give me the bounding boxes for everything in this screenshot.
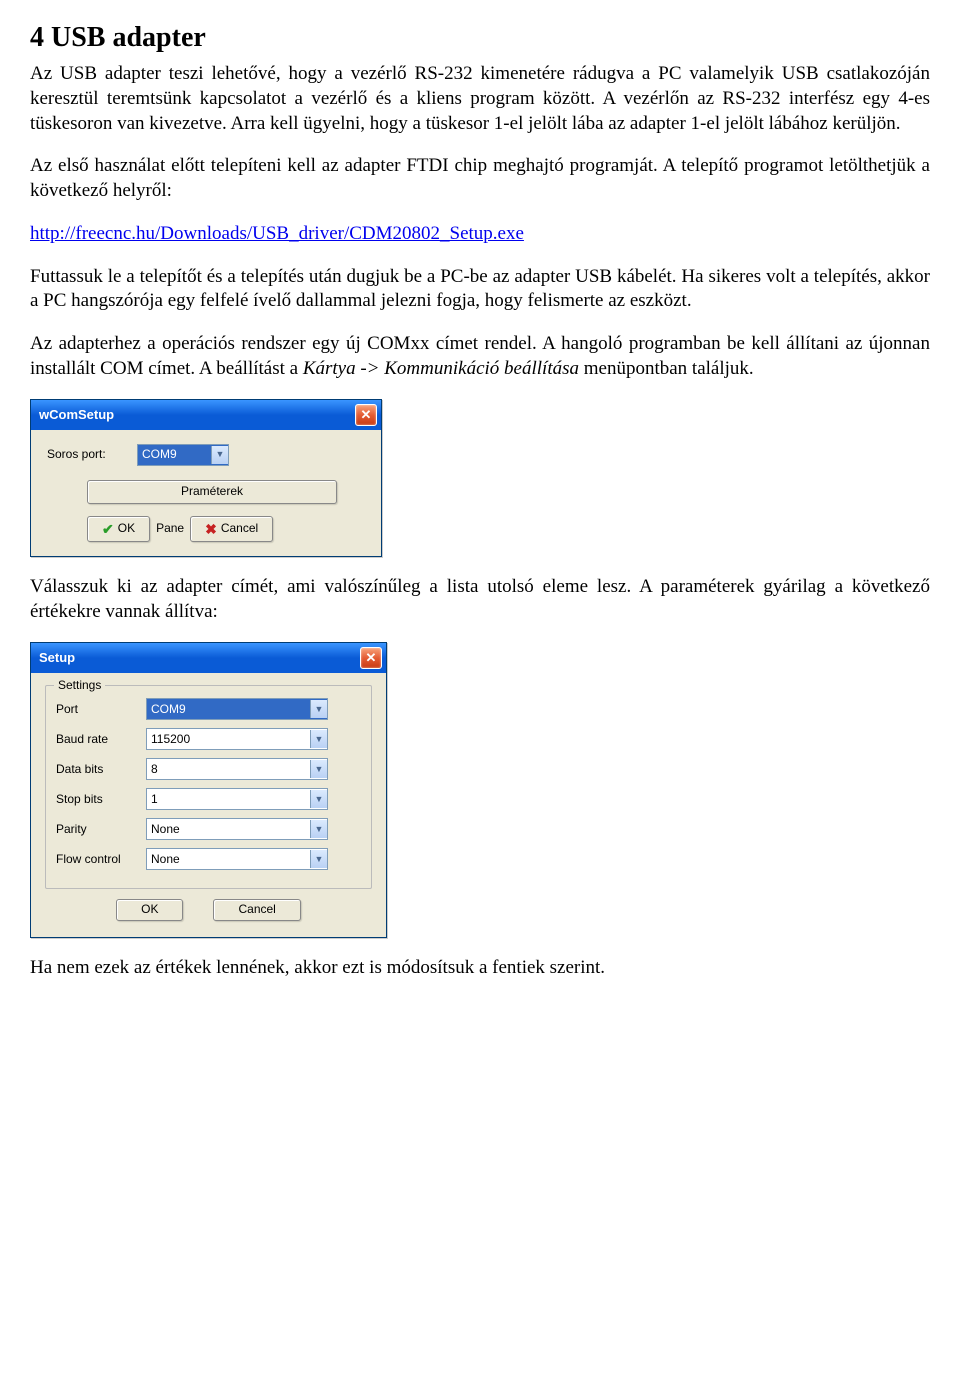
setting-row: PortCOM9▼ — [56, 698, 361, 720]
setting-combo[interactable]: None▼ — [146, 848, 328, 870]
setting-combo[interactable]: 1▼ — [146, 788, 328, 810]
setting-value: 1 — [147, 792, 310, 808]
setting-value: None — [147, 852, 310, 868]
titlebar: wComSetup ✕ — [31, 400, 381, 430]
chevron-down-icon: ▼ — [211, 446, 228, 464]
serial-port-combo[interactable]: COM9 ▼ — [137, 444, 229, 466]
serial-port-value: COM9 — [138, 447, 211, 463]
serial-port-label: Soros port: — [47, 447, 137, 463]
chevron-down-icon: ▼ — [310, 790, 327, 808]
section-heading: 4 USB adapter — [30, 20, 930, 56]
setting-value: 115200 — [147, 732, 310, 748]
group-title: Settings — [54, 678, 105, 694]
setting-combo[interactable]: None▼ — [146, 818, 328, 840]
paragraph-6: Ha nem ezek az értékek lennének, akkor e… — [30, 956, 930, 981]
cancel-button[interactable]: ✖ Cancel — [190, 516, 273, 542]
pane-label: Pane — [156, 521, 184, 537]
paragraph-3: Futtassuk le a telepítőt és a telepítés … — [30, 265, 930, 314]
setting-label: Stop bits — [56, 792, 146, 808]
chevron-down-icon: ▼ — [310, 850, 327, 868]
window-title: Setup — [39, 650, 75, 667]
paragraph-5: Válasszuk ki az adapter címét, ami valós… — [30, 575, 930, 624]
setting-value: 8 — [147, 762, 310, 778]
settings-group: Settings PortCOM9▼Baud rate115200▼Data b… — [45, 685, 372, 889]
setting-combo[interactable]: 115200▼ — [146, 728, 328, 750]
chevron-down-icon: ▼ — [310, 820, 327, 838]
setting-row: Data bits8▼ — [56, 758, 361, 780]
setting-combo[interactable]: COM9▼ — [146, 698, 328, 720]
close-icon: ✕ — [361, 407, 372, 424]
close-icon: ✕ — [366, 650, 377, 667]
setting-label: Data bits — [56, 762, 146, 778]
setting-label: Baud rate — [56, 732, 146, 748]
ok-label: OK — [118, 521, 135, 537]
chevron-down-icon: ▼ — [310, 700, 327, 718]
setting-label: Port — [56, 702, 146, 718]
menu-path: Kártya -> Kommunikáció beállítása — [303, 358, 579, 379]
cancel-button[interactable]: Cancel — [213, 899, 300, 921]
setting-label: Flow control — [56, 852, 146, 868]
setting-row: Flow controlNone▼ — [56, 848, 361, 870]
setting-value: None — [147, 822, 310, 838]
close-button[interactable]: ✕ — [355, 404, 377, 426]
ok-button[interactable]: OK — [116, 899, 183, 921]
setting-value: COM9 — [147, 702, 310, 718]
window-title: wComSetup — [39, 407, 114, 424]
close-button[interactable]: ✕ — [360, 647, 382, 669]
cancel-label: Cancel — [221, 521, 258, 537]
ok-button[interactable]: ✔ OK — [87, 516, 150, 542]
setting-combo[interactable]: 8▼ — [146, 758, 328, 780]
parameters-button[interactable]: Praméterek — [87, 480, 337, 504]
download-link[interactable]: http://freecnc.hu/Downloads/USB_driver/C… — [30, 223, 524, 244]
chevron-down-icon: ▼ — [310, 730, 327, 748]
check-icon: ✔ — [102, 520, 114, 538]
setting-row: Baud rate115200▼ — [56, 728, 361, 750]
paragraph-4: Az adapterhez a operációs rendszer egy ú… — [30, 332, 930, 381]
x-icon: ✖ — [205, 520, 217, 538]
setup-dialog: Setup ✕ Settings PortCOM9▼Baud rate11520… — [30, 642, 387, 938]
setting-row: ParityNone▼ — [56, 818, 361, 840]
wcomsetup-dialog: wComSetup ✕ Soros port: COM9 ▼ Pramétere… — [30, 399, 382, 557]
paragraph-4c: menüpontban találjuk. — [579, 358, 754, 379]
setting-row: Stop bits1▼ — [56, 788, 361, 810]
setting-label: Parity — [56, 822, 146, 838]
chevron-down-icon: ▼ — [310, 760, 327, 778]
paragraph-2: Az első használat előtt telepíteni kell … — [30, 154, 930, 203]
titlebar: Setup ✕ — [31, 643, 386, 673]
paragraph-1: Az USB adapter teszi lehetővé, hogy a ve… — [30, 62, 930, 136]
